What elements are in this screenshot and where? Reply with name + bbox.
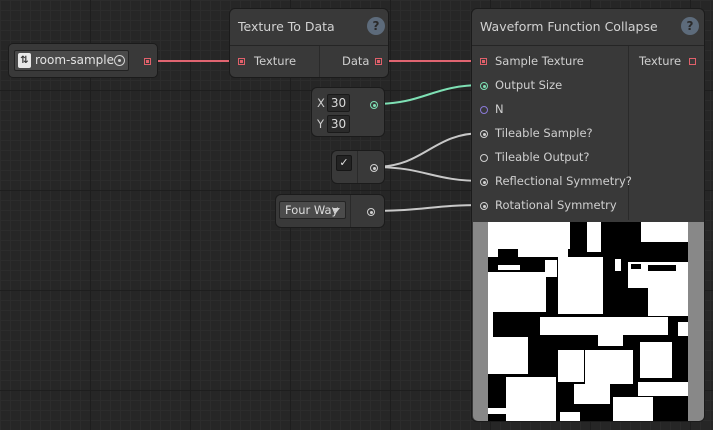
title-divider [230, 45, 388, 46]
title-divider [472, 45, 704, 46]
symmetry-dropdown[interactable]: Four Way [279, 201, 346, 219]
wire-vector-to-output-size [373, 84, 484, 105]
texture-output-port[interactable] [689, 58, 696, 65]
texture-preview [473, 222, 704, 421]
texture-asset-icon: ⇅ [18, 53, 31, 68]
output-column-divider [319, 46, 320, 77]
texture-to-data-node[interactable]: Texture To Data ? Texture Data [229, 8, 389, 78]
data-output-port[interactable] [375, 58, 382, 65]
y-value-field[interactable]: 30 [327, 115, 350, 133]
output-column-divider [628, 46, 629, 220]
texture-asset-node[interactable]: ⇅ room-sample [8, 43, 158, 78]
rotational-symmetry-input-port[interactable] [480, 202, 488, 210]
help-icon[interactable]: ? [367, 17, 385, 35]
asset-output-port[interactable] [144, 58, 151, 65]
node-title: Waveform Function Collapse [480, 19, 658, 34]
output-size-vector-node[interactable]: X 30 Y 30 [311, 87, 385, 137]
output-size-input-port[interactable] [480, 82, 488, 90]
toggle-node[interactable]: ✓ [331, 150, 385, 184]
sample-texture-input-port[interactable] [480, 58, 487, 65]
waveform-function-collapse-node[interactable]: Waveform Function Collapse ? Sample Text… [471, 8, 705, 422]
n-input-port[interactable] [480, 106, 488, 114]
wire-enum-to-rotational [369, 204, 484, 212]
data-output-label: Data [342, 54, 370, 68]
rotational-symmetry-label: Rotational Symmetry [495, 198, 617, 212]
sample-texture-label: Sample Texture [495, 54, 584, 68]
vector-output-port[interactable] [370, 101, 378, 109]
object-picker-icon[interactable] [114, 55, 125, 66]
x-value-field[interactable]: 30 [327, 94, 350, 112]
toggle-output-port[interactable] [370, 164, 378, 172]
tileable-sample-input-port[interactable] [480, 130, 488, 138]
reflectional-symmetry-label: Reflectional Symmetry? [495, 174, 632, 188]
tileable-sample-label: Tileable Sample? [495, 126, 593, 140]
toggle-checkbox[interactable]: ✓ [336, 155, 352, 171]
n-label: N [495, 102, 504, 116]
texture-input-port[interactable] [238, 58, 245, 65]
reflectional-symmetry-input-port[interactable] [480, 178, 488, 186]
help-icon[interactable]: ? [681, 17, 699, 35]
wire-toggle-to-tileable-sample [373, 132, 484, 168]
node-title: Texture To Data [238, 19, 335, 34]
texture-output-label: Texture [639, 54, 682, 68]
output-size-label: Output Size [495, 78, 563, 92]
texture-asset-value: room-sample [35, 53, 115, 67]
symmetry-enum-node[interactable]: Four Way [275, 194, 385, 228]
wire-toggle-to-reflectional [373, 166, 484, 182]
y-label: Y [317, 117, 325, 131]
texture-asset-field[interactable]: ⇅ room-sample [14, 50, 129, 71]
enum-output-port[interactable] [367, 208, 375, 216]
tileable-output-input-port[interactable] [480, 154, 488, 162]
chevron-down-icon [332, 208, 340, 213]
texture-input-label: Texture [254, 54, 297, 68]
tileable-output-label: Tileable Output? [495, 150, 590, 164]
x-label: X [317, 96, 325, 110]
symmetry-dropdown-value: Four Way [285, 203, 339, 217]
texture-preview-image [488, 222, 688, 421]
toggle-column-divider [357, 151, 358, 183]
enum-column-divider [350, 195, 351, 227]
